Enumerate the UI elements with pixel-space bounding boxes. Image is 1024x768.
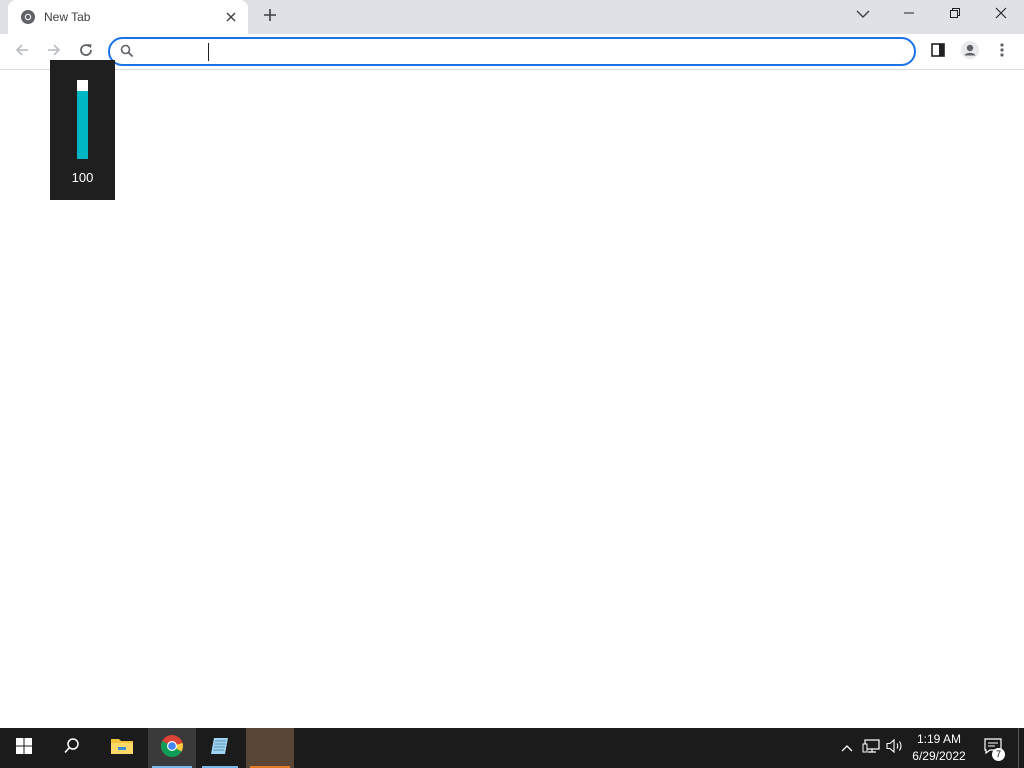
restore-button[interactable] [932, 0, 978, 30]
clock-time: 1:19 AM [916, 732, 962, 746]
new-tab-button[interactable] [258, 5, 282, 29]
search-icon [120, 44, 136, 60]
minimize-icon [903, 6, 915, 24]
kebab-menu-icon [1000, 42, 1004, 63]
taskbar-search-button[interactable] [48, 728, 96, 768]
windows-start-icon [16, 737, 32, 759]
taskbar: 1:19 AM 6/29/2022 [0, 728, 1024, 768]
clock-date: 6/29/2022 [912, 749, 966, 763]
taskbar-chrome[interactable] [148, 728, 196, 768]
volume-overlay: 100 [50, 60, 115, 200]
search-icon [63, 737, 81, 760]
close-window-button[interactable] [978, 0, 1024, 30]
action-center-button[interactable] [980, 728, 1006, 768]
network-button[interactable] [860, 728, 882, 768]
close-icon [995, 6, 1007, 24]
taskbar-app[interactable] [246, 728, 294, 768]
close-icon[interactable] [222, 8, 240, 26]
show-desktop-button[interactable] [1018, 728, 1024, 768]
profile-icon [960, 40, 980, 65]
volume-level-text: 100 [71, 170, 94, 185]
page-content [0, 71, 1024, 728]
start-button[interactable] [0, 728, 48, 768]
tab-search-button[interactable] [850, 2, 876, 28]
clock[interactable]: 1:19 AM 6/29/2022 [905, 731, 973, 765]
text-caret [208, 43, 209, 61]
chrome-icon [20, 9, 36, 25]
chevron-up-icon [841, 739, 853, 757]
address-input[interactable] [142, 42, 902, 62]
plus-icon [263, 8, 277, 27]
tab-title: New Tab [44, 10, 91, 24]
browser-toolbar [0, 34, 1024, 70]
taskbar-file-explorer[interactable] [98, 728, 146, 768]
side-panel-icon [930, 42, 946, 63]
notepad-icon [209, 735, 231, 762]
side-panel-button[interactable] [924, 38, 952, 66]
volume-icon [886, 738, 904, 759]
menu-button[interactable] [988, 38, 1016, 66]
address-bar[interactable] [108, 37, 916, 66]
tab-new-tab[interactable]: New Tab [8, 0, 248, 34]
network-icon [862, 738, 880, 759]
profile-button[interactable] [956, 38, 984, 66]
chrome-icon [160, 734, 184, 763]
minimize-button[interactable] [886, 0, 932, 30]
tab-strip: New Tab [0, 0, 1024, 34]
show-hidden-icons[interactable] [836, 728, 858, 768]
volume-button[interactable] [884, 728, 906, 768]
arrow-left-icon [14, 42, 30, 63]
volume-level-bar [77, 80, 88, 159]
chevron-down-icon [856, 6, 870, 24]
back-button[interactable] [8, 38, 36, 66]
restore-icon [949, 6, 961, 24]
taskbar-notepad[interactable] [198, 728, 242, 768]
notification-count-badge: 7 [992, 748, 1005, 761]
file-explorer-icon [110, 736, 134, 761]
volume-level-fill [77, 91, 88, 159]
